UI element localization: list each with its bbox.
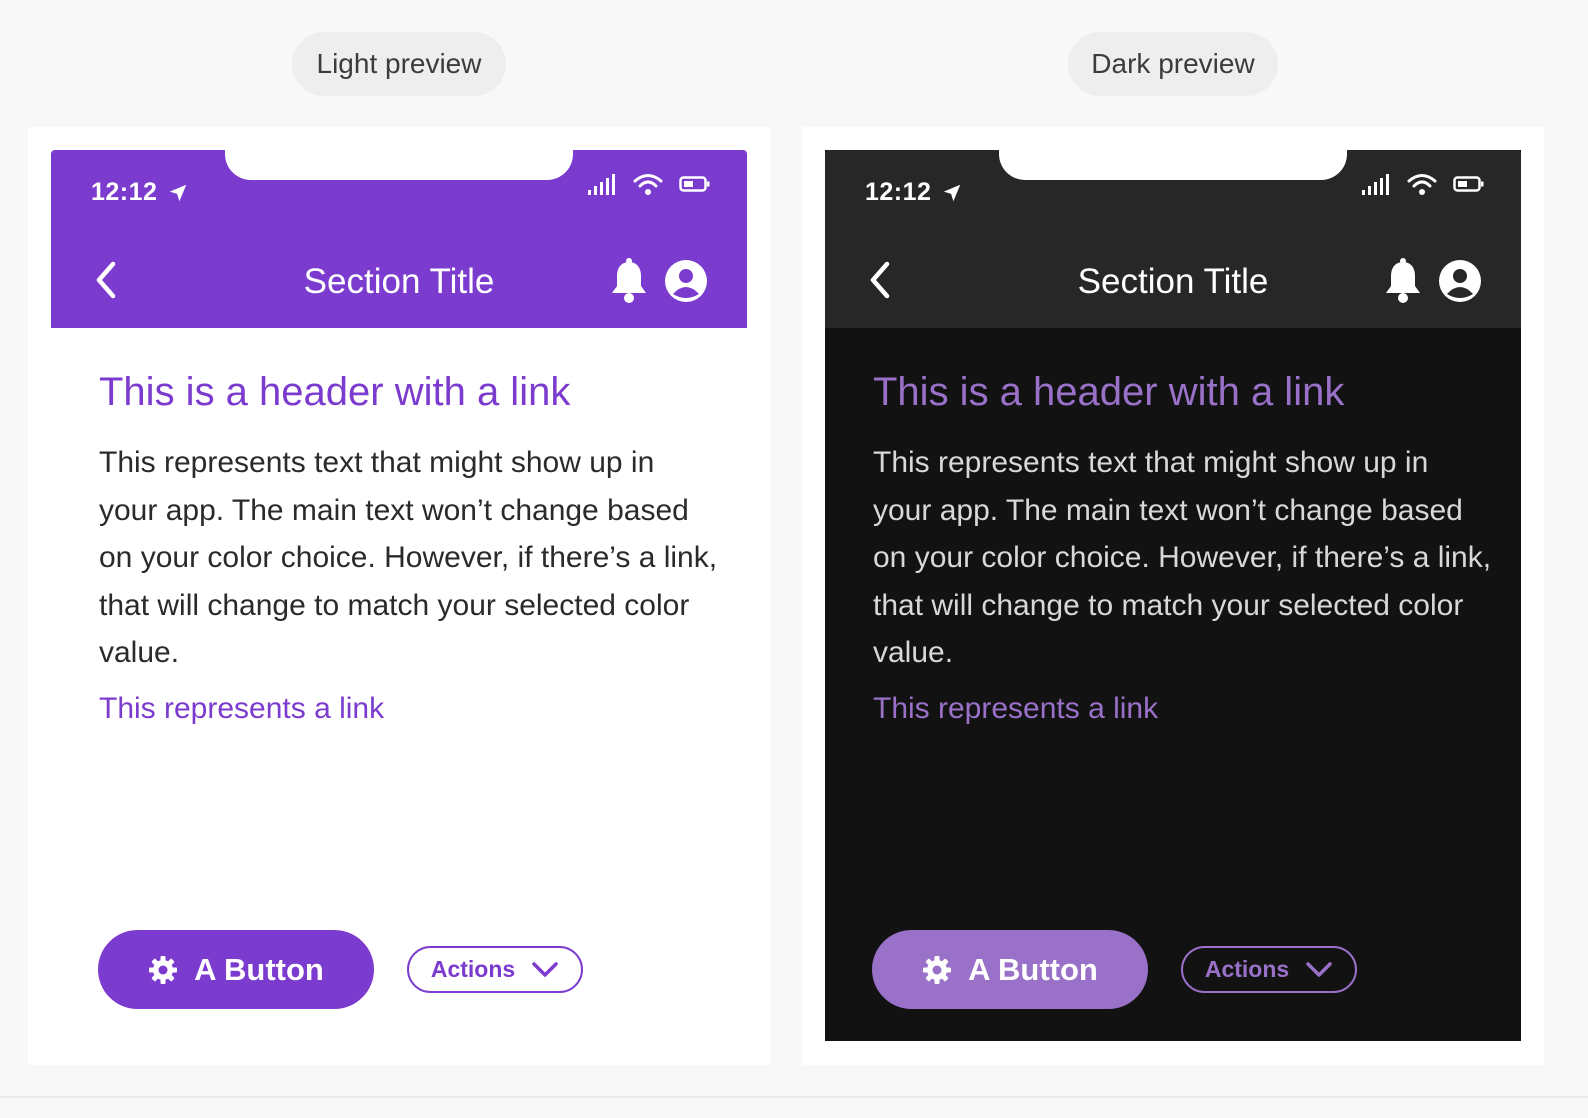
text-link[interactable]: This represents a link: [873, 692, 1493, 726]
primary-button[interactable]: A Button: [98, 930, 374, 1009]
bell-icon[interactable]: [1383, 258, 1423, 304]
header-link[interactable]: This is a header with a link: [99, 370, 719, 415]
bottom-divider: [0, 1096, 1588, 1098]
status-time: 12:12: [91, 178, 189, 207]
location-arrow-icon: [170, 184, 187, 201]
dark-preview-label: Dark preview: [1068, 32, 1278, 96]
signal-icon: [1362, 174, 1389, 195]
actions-dropdown-button[interactable]: Actions: [407, 946, 583, 993]
primary-button-label: A Button: [194, 951, 324, 987]
app-bar: 12:12 Section Title: [825, 150, 1521, 328]
header-link[interactable]: This is a header with a link: [873, 370, 1493, 415]
light-preview-label: Light preview: [292, 32, 506, 96]
gear-icon: [923, 955, 952, 984]
status-icons: [587, 172, 711, 196]
dark-phone-screen: 12:12 Section Title This is a header wit…: [825, 150, 1521, 1041]
signal-icon: [588, 174, 615, 195]
content-area: This is a header with a link This repres…: [99, 368, 719, 726]
wifi-icon: [1407, 174, 1437, 195]
actions-button-label: Actions: [1204, 956, 1290, 982]
primary-button[interactable]: A Button: [872, 930, 1148, 1009]
content-area: This is a header with a link This repres…: [873, 368, 1493, 726]
light-preview-card: 12:12 Section Title This is a header wit…: [28, 127, 770, 1065]
primary-button-label: A Button: [968, 951, 1098, 987]
actions-button-label: Actions: [430, 956, 516, 982]
chevron-down-icon: [532, 961, 558, 977]
gear-icon: [149, 955, 178, 984]
status-icons: [1361, 172, 1485, 196]
app-bar: 12:12 Section Title: [51, 150, 747, 328]
user-avatar-icon[interactable]: [1439, 260, 1481, 302]
status-time-text: 12:12: [91, 178, 158, 206]
wifi-icon: [633, 174, 663, 195]
chevron-down-icon: [1306, 961, 1332, 977]
body-text: This represents text that might show up …: [873, 446, 1492, 669]
light-phone-screen: 12:12 Section Title This is a header wit…: [51, 150, 747, 1041]
dark-preview-card: 12:12 Section Title This is a header wit…: [802, 127, 1544, 1065]
bell-icon[interactable]: [609, 258, 649, 304]
text-link[interactable]: This represents a link: [99, 692, 719, 726]
phone-notch: [225, 150, 573, 180]
user-avatar-icon[interactable]: [665, 260, 707, 302]
phone-notch: [999, 150, 1347, 180]
battery-icon: [679, 176, 710, 192]
battery-icon: [1453, 176, 1484, 192]
status-time-text: 12:12: [865, 178, 932, 206]
body-text: This represents text that might show up …: [99, 446, 718, 669]
location-arrow-icon: [944, 184, 961, 201]
actions-dropdown-button[interactable]: Actions: [1181, 946, 1357, 993]
status-time: 12:12: [865, 178, 963, 207]
